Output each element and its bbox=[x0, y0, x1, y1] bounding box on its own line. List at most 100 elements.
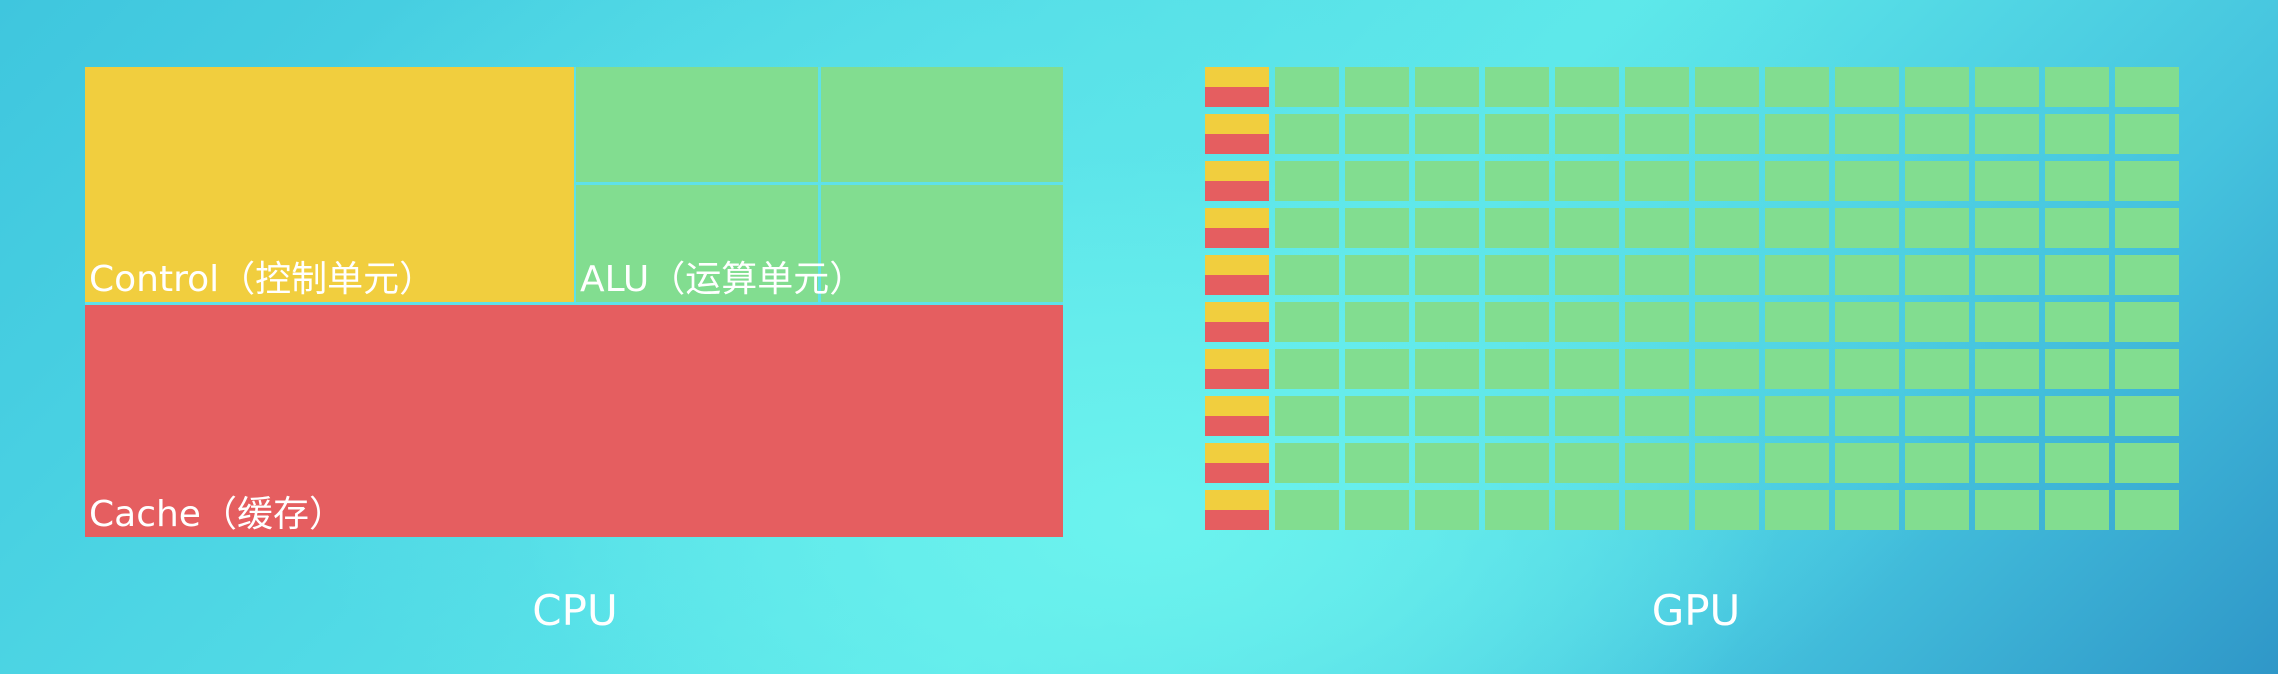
gpu-alu-cell bbox=[1765, 490, 1829, 530]
gpu-cache bbox=[1205, 87, 1269, 107]
gpu-row bbox=[1205, 490, 2179, 530]
cpu-alu-block: ALU（运算单元） bbox=[576, 67, 1063, 302]
gpu-alu-cell bbox=[1905, 443, 1969, 483]
gpu-alu-cell bbox=[1695, 114, 1759, 154]
gpu-control-unit bbox=[1205, 255, 1269, 275]
gpu-row bbox=[1205, 161, 2179, 201]
gpu-row bbox=[1205, 396, 2179, 436]
gpu-row bbox=[1205, 302, 2179, 342]
gpu-alu-cell bbox=[1695, 443, 1759, 483]
gpu-alu-cell bbox=[1975, 349, 2039, 389]
gpu-alu-cell bbox=[1905, 490, 1969, 530]
gpu-alu-cell bbox=[1485, 443, 1549, 483]
gpu-alu-cell bbox=[2045, 396, 2109, 436]
gpu-alu-cell bbox=[1835, 396, 1899, 436]
gpu-alu-cell bbox=[1765, 208, 1829, 248]
gpu-alu-cell bbox=[1695, 161, 1759, 201]
gpu-alu-cell bbox=[1275, 255, 1339, 295]
gpu-control-unit bbox=[1205, 396, 1269, 416]
cpu-control-unit: Control（控制单元） bbox=[85, 67, 574, 302]
cpu-control-label: Control（控制单元） bbox=[89, 259, 436, 300]
gpu-alu-cell bbox=[2045, 349, 2109, 389]
gpu-alu-cell bbox=[1835, 349, 1899, 389]
gpu-cache bbox=[1205, 181, 1269, 201]
gpu-control-unit bbox=[1205, 114, 1269, 134]
gpu-alu-cell bbox=[1625, 114, 1689, 154]
gpu-alu-cell bbox=[1625, 443, 1689, 483]
gpu-alu-cell bbox=[1345, 67, 1409, 107]
gpu-alu-cell bbox=[1625, 302, 1689, 342]
gpu-alu-cell bbox=[1555, 443, 1619, 483]
gpu-alu-cell bbox=[1835, 255, 1899, 295]
gpu-alu-cell bbox=[1695, 255, 1759, 295]
gpu-alu-cell bbox=[1835, 443, 1899, 483]
gpu-alu-cell bbox=[1555, 161, 1619, 201]
gpu-alu-cell bbox=[2115, 302, 2179, 342]
gpu-alu-cell bbox=[1975, 67, 2039, 107]
gpu-alu-cell bbox=[1765, 255, 1829, 295]
gpu-alu-cell bbox=[1625, 349, 1689, 389]
gpu-cache bbox=[1205, 463, 1269, 483]
gpu-alu-cell bbox=[1415, 396, 1479, 436]
cpu-cache-label: Cache（缓存） bbox=[89, 494, 345, 535]
gpu-alu-cell bbox=[1415, 208, 1479, 248]
gpu-cache bbox=[1205, 228, 1269, 248]
gpu-alu-cell bbox=[1485, 302, 1549, 342]
gpu-alu-cell bbox=[1345, 255, 1409, 295]
gpu-alu-cell bbox=[1345, 443, 1409, 483]
gpu-alu-cell bbox=[2045, 255, 2109, 295]
gpu-control-unit bbox=[1205, 349, 1269, 369]
gpu-alu-cell bbox=[1555, 490, 1619, 530]
gpu-alu-cell bbox=[1275, 349, 1339, 389]
gpu-alu-cell bbox=[1485, 396, 1549, 436]
gpu-alu-cell bbox=[1765, 114, 1829, 154]
gpu-alu-cell bbox=[1555, 208, 1619, 248]
gpu-alu-cell bbox=[2115, 443, 2179, 483]
gpu-alu-cell bbox=[1975, 161, 2039, 201]
gpu-alu-cell bbox=[1695, 349, 1759, 389]
gpu-alu-cell bbox=[1485, 490, 1549, 530]
gpu-alu-cell bbox=[1905, 208, 1969, 248]
cpu-cache: Cache（缓存） bbox=[85, 305, 1063, 537]
gpu-control-unit bbox=[1205, 490, 1269, 510]
gpu-alu-cell bbox=[1835, 114, 1899, 154]
gpu-alu-cell bbox=[1835, 208, 1899, 248]
gpu-alu-cell bbox=[2045, 302, 2109, 342]
gpu-alu-cell bbox=[1345, 396, 1409, 436]
gpu-control-unit bbox=[1205, 67, 1269, 87]
gpu-cache bbox=[1205, 275, 1269, 295]
gpu-alu-cell bbox=[2115, 349, 2179, 389]
gpu-alu-cell bbox=[1765, 443, 1829, 483]
gpu-row bbox=[1205, 443, 2179, 483]
gpu-alu-cell bbox=[1765, 396, 1829, 436]
gpu-alu-cell bbox=[1905, 302, 1969, 342]
gpu-alu-cell bbox=[1275, 114, 1339, 154]
gpu-alu-cell bbox=[1415, 349, 1479, 389]
gpu-alu-cell bbox=[1695, 302, 1759, 342]
gpu-alu-cell bbox=[1975, 443, 2039, 483]
gpu-alu-cell bbox=[2115, 255, 2179, 295]
gpu-control-unit bbox=[1205, 161, 1269, 181]
gpu-alu-cell bbox=[1485, 255, 1549, 295]
cpu-caption: CPU bbox=[532, 586, 618, 635]
gpu-alu-cell bbox=[1415, 255, 1479, 295]
gpu-alu-cell bbox=[1415, 302, 1479, 342]
gpu-alu-cell bbox=[2045, 208, 2109, 248]
gpu-alu-cell bbox=[1975, 302, 2039, 342]
gpu-alu-cell bbox=[1555, 349, 1619, 389]
gpu-alu-cell bbox=[1555, 302, 1619, 342]
gpu-alu-cell bbox=[1485, 161, 1549, 201]
gpu-row bbox=[1205, 114, 2179, 154]
gpu-alu-cell bbox=[1765, 67, 1829, 107]
gpu-alu-cell bbox=[1625, 67, 1689, 107]
gpu-alu-cell bbox=[1905, 396, 1969, 436]
gpu-alu-cell bbox=[1345, 161, 1409, 201]
gpu-alu-cell bbox=[1695, 208, 1759, 248]
gpu-alu-cell bbox=[2115, 396, 2179, 436]
gpu-alu-cell bbox=[1275, 443, 1339, 483]
gpu-alu-cell bbox=[1345, 349, 1409, 389]
gpu-alu-cell bbox=[1555, 114, 1619, 154]
cpu-alu-label: ALU（运算单元） bbox=[580, 259, 866, 300]
gpu-alu-cell bbox=[1625, 161, 1689, 201]
gpu-alu-cell bbox=[1485, 67, 1549, 107]
